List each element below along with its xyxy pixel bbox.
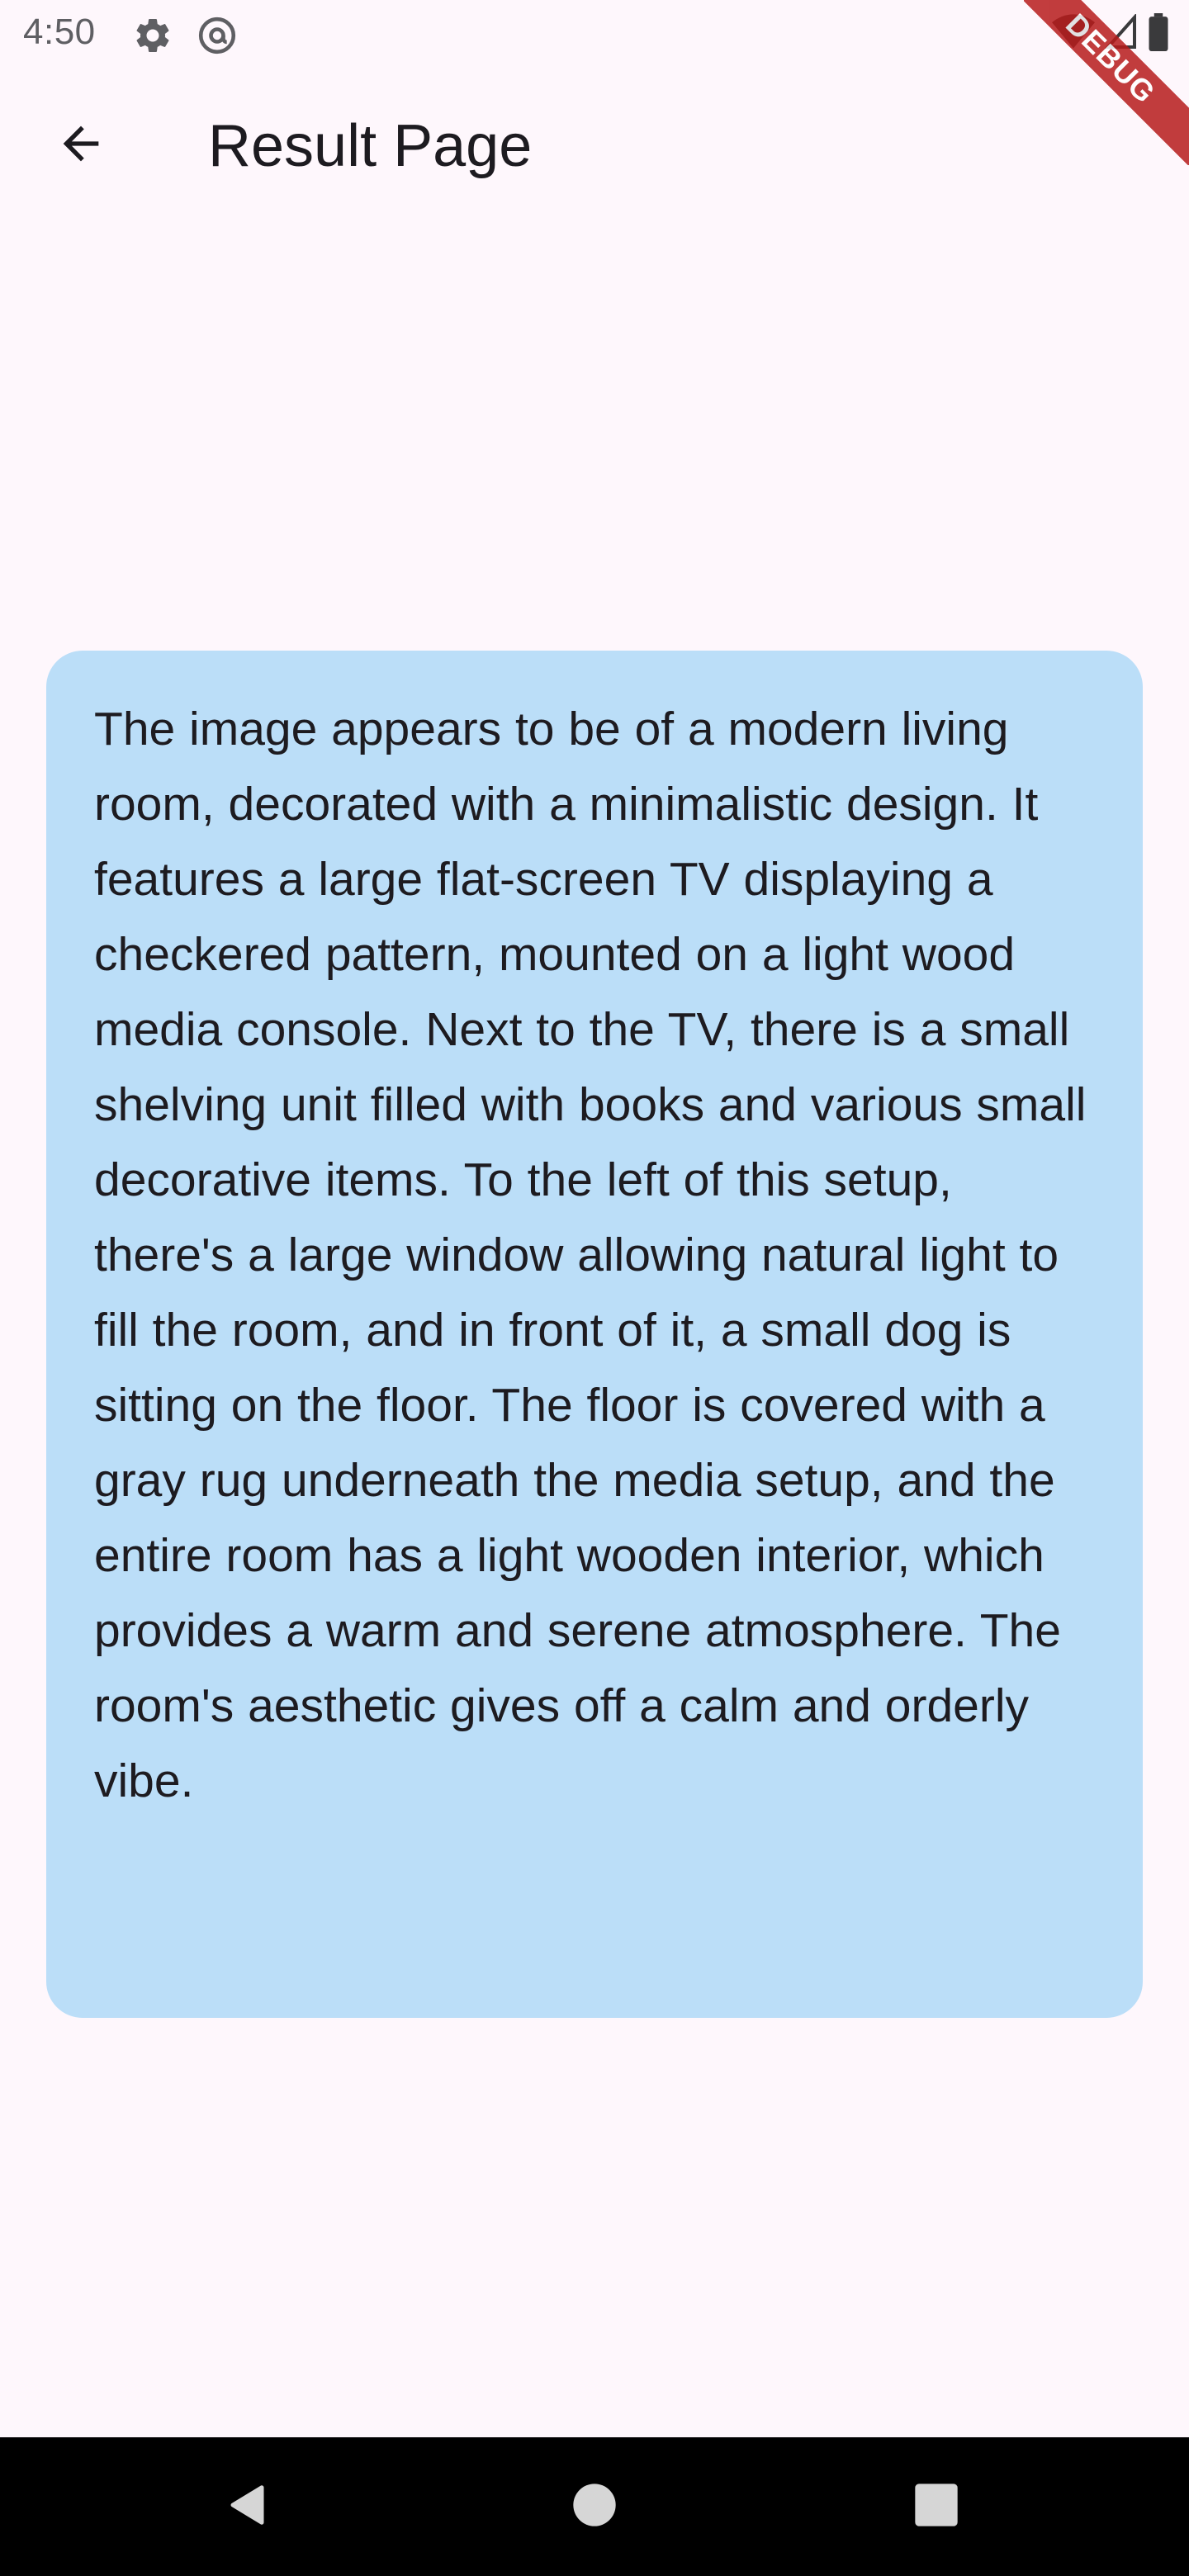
wifi-icon: [1052, 14, 1095, 54]
nav-home-icon: [571, 2482, 618, 2532]
nav-recents-icon: [913, 2482, 959, 2532]
nav-recents-button[interactable]: [903, 2474, 969, 2540]
back-button[interactable]: [36, 101, 126, 190]
settings-icon: [132, 15, 173, 56]
status-bar: 4:50: [0, 0, 1189, 73]
signal-icon: [1104, 12, 1138, 54]
battery-icon: [1148, 13, 1169, 55]
result-card: The image appears to be of a modern livi…: [46, 651, 1143, 2018]
page-title: Result Page: [208, 113, 533, 179]
status-time: 4:50: [23, 12, 96, 52]
system-nav-bar: [0, 2437, 1189, 2576]
nav-back-button[interactable]: [216, 2474, 282, 2540]
nav-back-icon: [225, 2480, 274, 2534]
at-sign-icon: [197, 15, 238, 56]
status-right-icons: [1052, 12, 1169, 55]
result-screen: 4:50 DEBUG Result Page The image appears…: [0, 0, 1189, 2576]
arrow-back-icon: [54, 117, 107, 174]
nav-home-button[interactable]: [561, 2474, 628, 2540]
app-bar: Result Page: [0, 73, 1189, 228]
result-description-text: The image appears to be of a modern livi…: [94, 703, 1087, 1807]
